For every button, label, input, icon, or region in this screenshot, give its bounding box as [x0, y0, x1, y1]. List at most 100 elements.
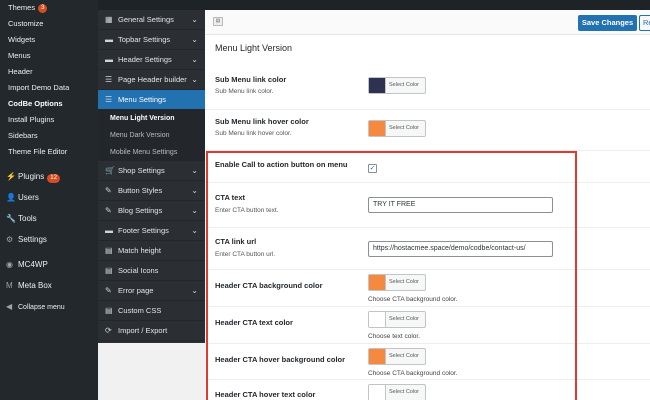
reset-button[interactable]: Re — [639, 15, 650, 31]
field-label: Enable Call to action button on menu — [215, 160, 348, 169]
options-nav-item[interactable]: ▤ Social Icons — [98, 261, 205, 281]
wp-submenu-label: Header — [8, 67, 33, 76]
color-picker-button[interactable]: Select Color — [368, 120, 426, 137]
color-picker-button[interactable]: Select Color — [368, 77, 426, 94]
field-description: Sub Menu link color. — [215, 88, 274, 95]
field-label: CTA text — [215, 193, 245, 202]
color-picker-button[interactable]: Select Color — [368, 274, 426, 291]
options-subnav-item[interactable]: Mobile Menu Settings — [98, 144, 205, 161]
chevron-down-icon: ⌄ — [191, 55, 198, 64]
import-export-icon: ⟳ — [105, 326, 112, 335]
options-nav-item[interactable]: ⟳ Import / Export — [98, 321, 205, 341]
field-cta-bg-color: Header CTA background color Select Color… — [205, 270, 650, 307]
color-swatch — [369, 78, 386, 93]
wp-submenu-label: Widgets — [8, 35, 36, 44]
wp-submenu-item[interactable]: CodBe Options — [0, 96, 98, 112]
color-swatch — [369, 121, 386, 136]
wp-submenu-label: Install Plugins — [8, 115, 55, 124]
options-nav-label: Error page — [118, 286, 154, 295]
wp-menu-item[interactable]: 🔧 Tools — [0, 208, 98, 229]
options-nav-item[interactable]: ▬ Header Settings ⌄ — [98, 50, 205, 70]
layout-toggle-icon[interactable]: ▤ — [213, 17, 223, 26]
field-label: Sub Menu link color — [215, 75, 287, 84]
css-icon: ▤ — [105, 306, 113, 315]
wp-submenu-label: Sidebars — [8, 131, 38, 140]
wp-menu-item[interactable]: ⚡ Plugins 12 — [0, 166, 98, 187]
wp-menu-label: Meta Box — [18, 281, 52, 290]
options-nav-item[interactable]: ✎ Error page ⌄ — [98, 281, 205, 301]
options-nav-item[interactable]: ▬ Topbar Settings ⌄ — [98, 30, 205, 50]
wp-submenu-item[interactable]: Customize — [0, 16, 98, 32]
options-nav-item[interactable]: ▦ General Settings ⌄ — [98, 10, 205, 30]
wp-menu-label: MC4WP — [18, 260, 48, 269]
options-nav-label: Button Styles — [118, 186, 163, 195]
cta-url-input[interactable]: https://hostacmee.space/demo/codbe/conta… — [368, 241, 553, 257]
options-nav-item[interactable]: ▤ Match height — [98, 241, 205, 261]
update-count-badge: 3 — [38, 3, 48, 13]
chevron-down-icon: ⌄ — [191, 75, 198, 84]
wp-submenu-item[interactable]: Header — [0, 64, 98, 80]
settings-icon: ⚙ — [6, 235, 14, 244]
save-changes-button[interactable]: Save Changes — [578, 15, 637, 31]
options-nav-item[interactable]: ▬ Footer Settings ⌄ — [98, 221, 205, 241]
options-subnav-item[interactable]: Menu Light Version — [98, 110, 205, 127]
options-nav-label: General Settings — [118, 15, 174, 24]
button-styles-icon: ✎ — [105, 186, 112, 195]
footer-icon: ▬ — [105, 226, 113, 235]
color-picker-button[interactable]: Select Color — [368, 384, 426, 400]
collapse-icon: ◀ — [6, 302, 13, 311]
wp-submenu-item[interactable]: Sidebars — [0, 128, 98, 144]
topbar-icon: ▬ — [105, 35, 113, 44]
field-label: Sub Menu link hover color — [215, 117, 309, 126]
wp-submenu-item[interactable]: Theme File Editor — [0, 144, 98, 160]
color-picker-button[interactable]: Select Color — [368, 348, 426, 365]
field-description: Choose CTA background color. — [368, 370, 458, 377]
color-picker-button[interactable]: Select Color — [368, 311, 426, 328]
wp-submenu-item[interactable]: Widgets — [0, 32, 98, 48]
cta-text-input[interactable]: TRY IT FREE — [368, 197, 553, 213]
wp-menu-item[interactable]: ◉ MC4WP — [0, 254, 98, 275]
field-label: Header CTA text color — [215, 318, 293, 327]
wp-submenu-item[interactable]: Menus — [0, 48, 98, 64]
match-height-icon: ▤ — [105, 246, 113, 255]
chevron-down-icon: ⌄ — [191, 206, 198, 215]
update-count-badge: 12 — [47, 174, 60, 183]
select-color-label: Select Color — [389, 125, 419, 131]
options-nav-item[interactable]: ✎ Blog Settings ⌄ — [98, 201, 205, 221]
wp-submenu-label: CodBe Options — [8, 99, 63, 108]
options-nav-item[interactable]: ☰ Page Header builder ⌄ — [98, 70, 205, 90]
options-nav-label: Page Header builder — [118, 75, 187, 84]
wp-submenu-item[interactable]: Themes 3 — [0, 0, 98, 16]
wp-submenu-item[interactable]: Install Plugins — [0, 112, 98, 128]
wp-submenu-label: Menus — [8, 51, 31, 60]
field-description: Choose text color. — [368, 333, 421, 340]
top-strip — [98, 0, 650, 10]
field-label: CTA link url — [215, 237, 257, 246]
field-description: Enter CTA button url. — [215, 251, 276, 258]
options-nav-label: Match height — [118, 246, 161, 255]
chevron-down-icon: ⌄ — [191, 35, 198, 44]
field-label: Header CTA hover text color — [215, 390, 316, 399]
wp-menu-label: Plugins — [18, 172, 45, 181]
field-label: Header CTA hover background color — [215, 355, 346, 364]
wp-submenu-item[interactable]: Import Demo Data — [0, 80, 98, 96]
options-nav-item[interactable]: ▤ Custom CSS — [98, 301, 205, 321]
options-subnav-item[interactable]: Menu Dark Version — [98, 127, 205, 144]
options-nav-label: Social Icons — [118, 266, 159, 275]
color-swatch — [369, 385, 386, 400]
options-nav-item[interactable]: 🛒 Shop Settings ⌄ — [98, 161, 205, 181]
error-page-icon: ✎ — [105, 286, 112, 295]
options-toolbar: ▤ Save Changes Re — [205, 10, 650, 35]
options-nav-label: Menu Settings — [118, 95, 166, 104]
options-nav-item[interactable]: ✎ Button Styles ⌄ — [98, 181, 205, 201]
section-title: Menu Light Version — [215, 43, 293, 53]
options-nav-item[interactable]: ☰ Menu Settings — [98, 90, 205, 110]
wp-menu-item[interactable]: M Meta Box — [0, 275, 98, 296]
field-cta-text: CTA text Enter CTA button text. TRY IT F… — [205, 183, 650, 228]
wp-menu-item[interactable]: ◀ Collapse menu — [0, 296, 98, 317]
wp-menu-item[interactable]: 👤 Users — [0, 187, 98, 208]
enable-cta-checkbox[interactable]: ✓ — [368, 164, 377, 173]
wp-menu-item[interactable]: ⚙ Settings — [0, 229, 98, 250]
blog-icon: ✎ — [105, 206, 112, 215]
menu-icon: ☰ — [105, 95, 113, 104]
